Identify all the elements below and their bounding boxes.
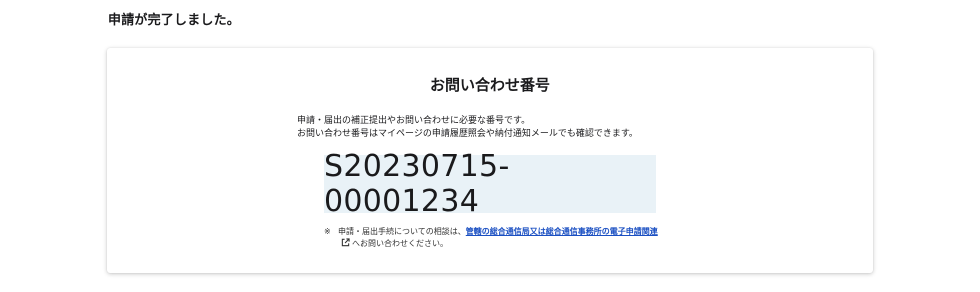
card-description: 申請・届出の補正提出やお問い合わせに必要な番号です。 お問い合わせ番号はマイペー…: [297, 115, 727, 141]
note-text-before: 申請・届出手続についての相談は、: [338, 227, 466, 236]
note-body: 申請・届出手続についての相談は、管轄の総合通信局又は総合通信事務所の電子申請関連…: [338, 226, 664, 251]
external-link-icon[interactable]: [341, 238, 350, 251]
regional-bureau-link[interactable]: 管轄の総合通信局又は総合通信事務所の電子申請関連: [466, 227, 658, 236]
page: 申請が完了しました。 お問い合わせ番号 申請・届出の補正提出やお問い合わせに必要…: [0, 0, 980, 292]
inquiry-number-box: S20230715-00001234: [324, 149, 656, 219]
inquiry-number-card: お問い合わせ番号 申請・届出の補正提出やお問い合わせに必要な番号です。 お問い合…: [107, 48, 873, 273]
description-line-2: お問い合わせ番号はマイページの申請履歴照会や納付通知メールでも確認できます。: [297, 129, 638, 139]
description-line-1: 申請・届出の補正提出やお問い合わせに必要な番号です。: [297, 116, 531, 126]
inquiry-number: S20230715-00001234: [324, 149, 510, 219]
note-mark: ※: [324, 227, 331, 236]
completion-heading: 申請が完了しました。: [108, 13, 241, 28]
card-title: お問い合わせ番号: [429, 76, 550, 94]
note-text-after: へお問い合わせください。: [352, 239, 448, 248]
consultation-note: ※ 申請・届出手続についての相談は、管轄の総合通信局又は総合通信事務所の電子申請…: [324, 226, 664, 251]
